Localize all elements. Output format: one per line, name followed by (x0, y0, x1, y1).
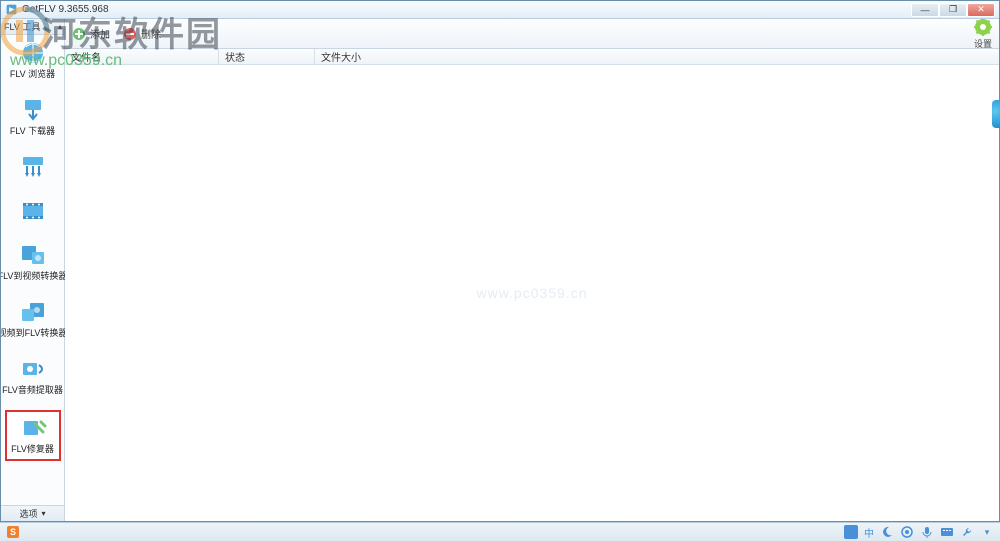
sidebar-options-button[interactable]: 选项 ▾ (1, 505, 64, 521)
maximize-button[interactable]: ❐ (939, 3, 967, 17)
video-to-flv-icon (19, 300, 47, 324)
plus-icon (71, 26, 87, 42)
app-icon (5, 3, 18, 16)
remove-button[interactable]: 删除 (122, 26, 161, 42)
downloader-icon (19, 98, 47, 122)
main-panel: 添加 删除 设置 文件名 (65, 19, 999, 521)
chevron-down-tray-icon[interactable]: ▾ (980, 525, 994, 539)
body-area: FLV 工具 ▴ FLV 浏览器 FLV 下载器 (1, 19, 999, 521)
toolbar: 添加 删除 设置 (65, 19, 999, 49)
sidebar-header[interactable]: FLV 工具 ▴ (1, 19, 64, 35)
mic-icon[interactable] (920, 525, 934, 539)
browser-icon (19, 41, 47, 65)
chevron-down-icon: ▾ (42, 509, 46, 518)
film-icon (19, 199, 47, 223)
sidebar-item-repair[interactable]: FLV修复器 (5, 410, 61, 461)
flv-to-video-icon (19, 243, 47, 267)
app-window: GetFLV 9.3655.968 — ❐ ✕ FLV 工具 ▴ FLV 浏览器 (0, 0, 1000, 522)
svg-text:S: S (10, 527, 16, 537)
remove-label: 删除 (141, 26, 161, 41)
minimize-button[interactable]: — (911, 3, 939, 17)
wrench-icon[interactable] (960, 525, 974, 539)
sidebar-footer-label: 选项 (19, 507, 37, 520)
close-button[interactable]: ✕ (967, 3, 995, 17)
settings-button[interactable]: 设置 (973, 19, 993, 50)
sidebar-item-audio-extract[interactable]: FLV音频提取器 (5, 353, 61, 400)
sidebar-item-label: FLV 浏览器 (10, 67, 55, 80)
sidebar-item-label: 视频到FLV转换器 (1, 326, 67, 339)
ime-label[interactable]: 中 (864, 525, 874, 540)
sidebar-item-video-to-flv[interactable]: 视频到FLV转换器 (5, 296, 61, 343)
sidebar-item-label: FLV修复器 (11, 442, 54, 455)
column-filename[interactable]: 文件名 (65, 49, 219, 64)
sidebar-item-film[interactable] (5, 195, 61, 229)
gear-icon (973, 19, 993, 37)
sidebar-item-label: FLV到视频转换器 (1, 269, 67, 282)
arrows-icon (19, 155, 47, 179)
add-label: 添加 (90, 26, 110, 41)
file-list[interactable]: www.pc0359.cn (65, 65, 999, 521)
sidebar-item-browser[interactable]: FLV 浏览器 (5, 37, 61, 84)
window-controls: — ❐ ✕ (911, 3, 995, 17)
minus-icon (122, 26, 138, 42)
tray-app-icon[interactable]: S (6, 525, 20, 539)
column-filesize[interactable]: 文件大小 (315, 49, 999, 64)
sidebar-item-flv-to-video[interactable]: FLV到视频转换器 (5, 239, 61, 286)
sidebar-item-downloader[interactable]: FLV 下载器 (5, 94, 61, 141)
keyboard-icon[interactable] (940, 525, 954, 539)
window-title: GetFLV 9.3655.968 (22, 4, 911, 15)
moon-icon[interactable] (880, 525, 894, 539)
sidebar-item-label: FLV 下载器 (10, 124, 55, 137)
sidebar-header-label: FLV 工具 (4, 20, 40, 33)
sidebar-items: FLV 浏览器 FLV 下载器 (1, 35, 64, 505)
ime-icon[interactable] (844, 525, 858, 539)
title-bar[interactable]: GetFLV 9.3655.968 — ❐ ✕ (1, 1, 999, 19)
sidebar-item-label: FLV音频提取器 (2, 383, 63, 396)
right-edge-tab[interactable] (992, 100, 1000, 128)
sidebar-item-arrows[interactable] (5, 151, 61, 185)
collapse-icon[interactable]: ▴ (58, 22, 64, 31)
audio-extract-icon (19, 357, 47, 381)
repair-icon (19, 416, 47, 440)
center-watermark: www.pc0359.cn (476, 285, 587, 301)
sidebar: FLV 工具 ▴ FLV 浏览器 FLV 下载器 (1, 19, 65, 521)
column-status[interactable]: 状态 (219, 49, 315, 64)
add-button[interactable]: 添加 (71, 26, 110, 42)
circle-icon[interactable] (900, 525, 914, 539)
taskbar: S 中 ▾ (0, 522, 1000, 541)
list-header: 文件名 状态 文件大小 (65, 49, 999, 65)
